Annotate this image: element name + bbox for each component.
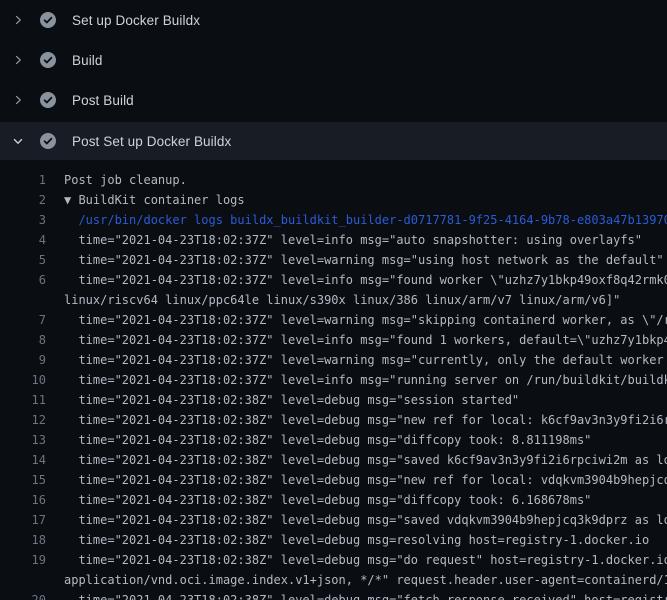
log-line-text: time="2021-04-23T18:02:37Z" level=info m… — [64, 230, 667, 250]
log-line-number[interactable]: 17 — [0, 510, 46, 530]
log-line-number[interactable]: 13 — [0, 430, 46, 450]
log-line-text: time="2021-04-23T18:02:38Z" level=debug … — [64, 530, 667, 550]
log-line: 8 time="2021-04-23T18:02:37Z" level=info… — [0, 330, 667, 350]
step-label: Set up Docker Buildx — [72, 13, 200, 28]
chevron-right-icon — [12, 14, 24, 26]
log-line-number[interactable]: 12 — [0, 410, 46, 430]
log-line-number[interactable]: 8 — [0, 330, 46, 350]
log-line-text: time="2021-04-23T18:02:37Z" level=info m… — [64, 370, 667, 390]
log-line: 4 time="2021-04-23T18:02:37Z" level=info… — [0, 230, 667, 250]
log-line: 20 time="2021-04-23T18:02:38Z" level=deb… — [0, 590, 667, 600]
log-line-text: application/vnd.oci.image.index.v1+json,… — [64, 570, 667, 590]
log-line: 13 time="2021-04-23T18:02:38Z" level=deb… — [0, 430, 667, 450]
log-line-number[interactable]: 2 — [0, 190, 46, 210]
log-line: 3 /usr/bin/docker logs buildx_buildkit_b… — [0, 210, 667, 230]
log-line: application/vnd.oci.image.index.v1+json,… — [0, 570, 667, 590]
chevron-right-icon — [12, 94, 24, 106]
check-circle-icon — [40, 133, 56, 149]
log-line-number[interactable]: 3 — [0, 210, 46, 230]
step-header-set-up-docker-buildx[interactable]: Set up Docker Buildx — [0, 0, 667, 40]
log-line: 14 time="2021-04-23T18:02:38Z" level=deb… — [0, 450, 667, 470]
log-line-number[interactable]: 14 — [0, 450, 46, 470]
chevron-right-icon — [12, 54, 24, 66]
log-line: 9 time="2021-04-23T18:02:37Z" level=warn… — [0, 350, 667, 370]
log-line-text: time="2021-04-23T18:02:38Z" level=debug … — [64, 550, 667, 570]
log-line-number[interactable]: 19 — [0, 550, 46, 570]
chevron-down-icon — [12, 135, 24, 147]
log-line-number[interactable]: 5 — [0, 250, 46, 270]
log-line-number — [0, 290, 46, 310]
log-line-text: time="2021-04-23T18:02:38Z" level=debug … — [64, 590, 667, 600]
log-line-number[interactable]: 16 — [0, 490, 46, 510]
log-line: 6 time="2021-04-23T18:02:37Z" level=info… — [0, 270, 667, 290]
log-line-number[interactable]: 1 — [0, 170, 46, 190]
log-line-text: time="2021-04-23T18:02:38Z" level=debug … — [64, 390, 667, 410]
log-line-number[interactable]: 18 — [0, 530, 46, 550]
check-circle-icon — [40, 52, 56, 68]
log-line-text: time="2021-04-23T18:02:38Z" level=debug … — [64, 490, 667, 510]
log-line: 19 time="2021-04-23T18:02:38Z" level=deb… — [0, 550, 667, 570]
log-line-text: time="2021-04-23T18:02:37Z" level=warnin… — [64, 310, 667, 330]
log-line-text: time="2021-04-23T18:02:37Z" level=warnin… — [64, 250, 667, 270]
log-pane: 1 Post job cleanup. 2 ▼ BuildKit container … — [0, 160, 667, 600]
log-line: 16 time="2021-04-23T18:02:38Z" level=deb… — [0, 490, 667, 510]
log-line-text: linux/riscv64 linux/ppc64le linux/s390x … — [64, 290, 667, 310]
step-label: Post Set up Docker Buildx — [72, 134, 231, 149]
log-line-text: time="2021-04-23T18:02:38Z" level=debug … — [64, 430, 667, 450]
log-line-text: time="2021-04-23T18:02:38Z" level=debug … — [64, 470, 667, 490]
log-line: 11 time="2021-04-23T18:02:38Z" level=deb… — [0, 390, 667, 410]
log-line-number[interactable]: 4 — [0, 230, 46, 250]
log-line: 17 time="2021-04-23T18:02:38Z" level=deb… — [0, 510, 667, 530]
log-line-number — [0, 570, 46, 590]
step-label: Post Build — [72, 93, 134, 108]
log-line-number[interactable]: 9 — [0, 350, 46, 370]
log-line-text: time="2021-04-23T18:02:37Z" level=warnin… — [64, 350, 667, 370]
log-group-toggle[interactable]: ▼ BuildKit container logs — [64, 190, 667, 210]
log-line-text: time="2021-04-23T18:02:37Z" level=info m… — [64, 270, 667, 290]
log-line: 15 time="2021-04-23T18:02:38Z" level=deb… — [0, 470, 667, 490]
log-line-number[interactable]: 7 — [0, 310, 46, 330]
log-line-number[interactable]: 11 — [0, 390, 46, 410]
log-command-text: /usr/bin/docker logs buildx_buildkit_bui… — [64, 210, 667, 230]
log-line: 7 time="2021-04-23T18:02:37Z" level=warn… — [0, 310, 667, 330]
step-header-build[interactable]: Build — [0, 40, 667, 80]
log-line-number[interactable]: 15 — [0, 470, 46, 490]
job-step-list: Set up Docker Buildx Build Post Build Post … — [0, 0, 667, 160]
log-line-text: time="2021-04-23T18:02:37Z" level=info m… — [64, 330, 667, 350]
log-line-number[interactable]: 20 — [0, 590, 46, 600]
log-line-text: Post job cleanup. — [64, 170, 667, 190]
log-line: 1 Post job cleanup. — [0, 170, 667, 190]
log-line: 5 time="2021-04-23T18:02:37Z" level=warn… — [0, 250, 667, 270]
log-line: linux/riscv64 linux/ppc64le linux/s390x … — [0, 290, 667, 310]
check-circle-icon — [40, 12, 56, 28]
log-line-number[interactable]: 6 — [0, 270, 46, 290]
log-line-text: time="2021-04-23T18:02:38Z" level=debug … — [64, 450, 667, 470]
log-line-text: time="2021-04-23T18:02:38Z" level=debug … — [64, 510, 667, 530]
log-line: 10 time="2021-04-23T18:02:37Z" level=inf… — [0, 370, 667, 390]
step-header-post-set-up-docker-buildx[interactable]: Post Set up Docker Buildx — [0, 122, 667, 160]
check-circle-icon — [40, 92, 56, 108]
log-line: 12 time="2021-04-23T18:02:38Z" level=deb… — [0, 410, 667, 430]
log-line: 2 ▼ BuildKit container logs — [0, 190, 667, 210]
log-line-number[interactable]: 10 — [0, 370, 46, 390]
step-label: Build — [72, 53, 103, 68]
step-header-post-build[interactable]: Post Build — [0, 80, 667, 120]
log-line-text: time="2021-04-23T18:02:38Z" level=debug … — [64, 410, 667, 430]
log-line: 18 time="2021-04-23T18:02:38Z" level=deb… — [0, 530, 667, 550]
